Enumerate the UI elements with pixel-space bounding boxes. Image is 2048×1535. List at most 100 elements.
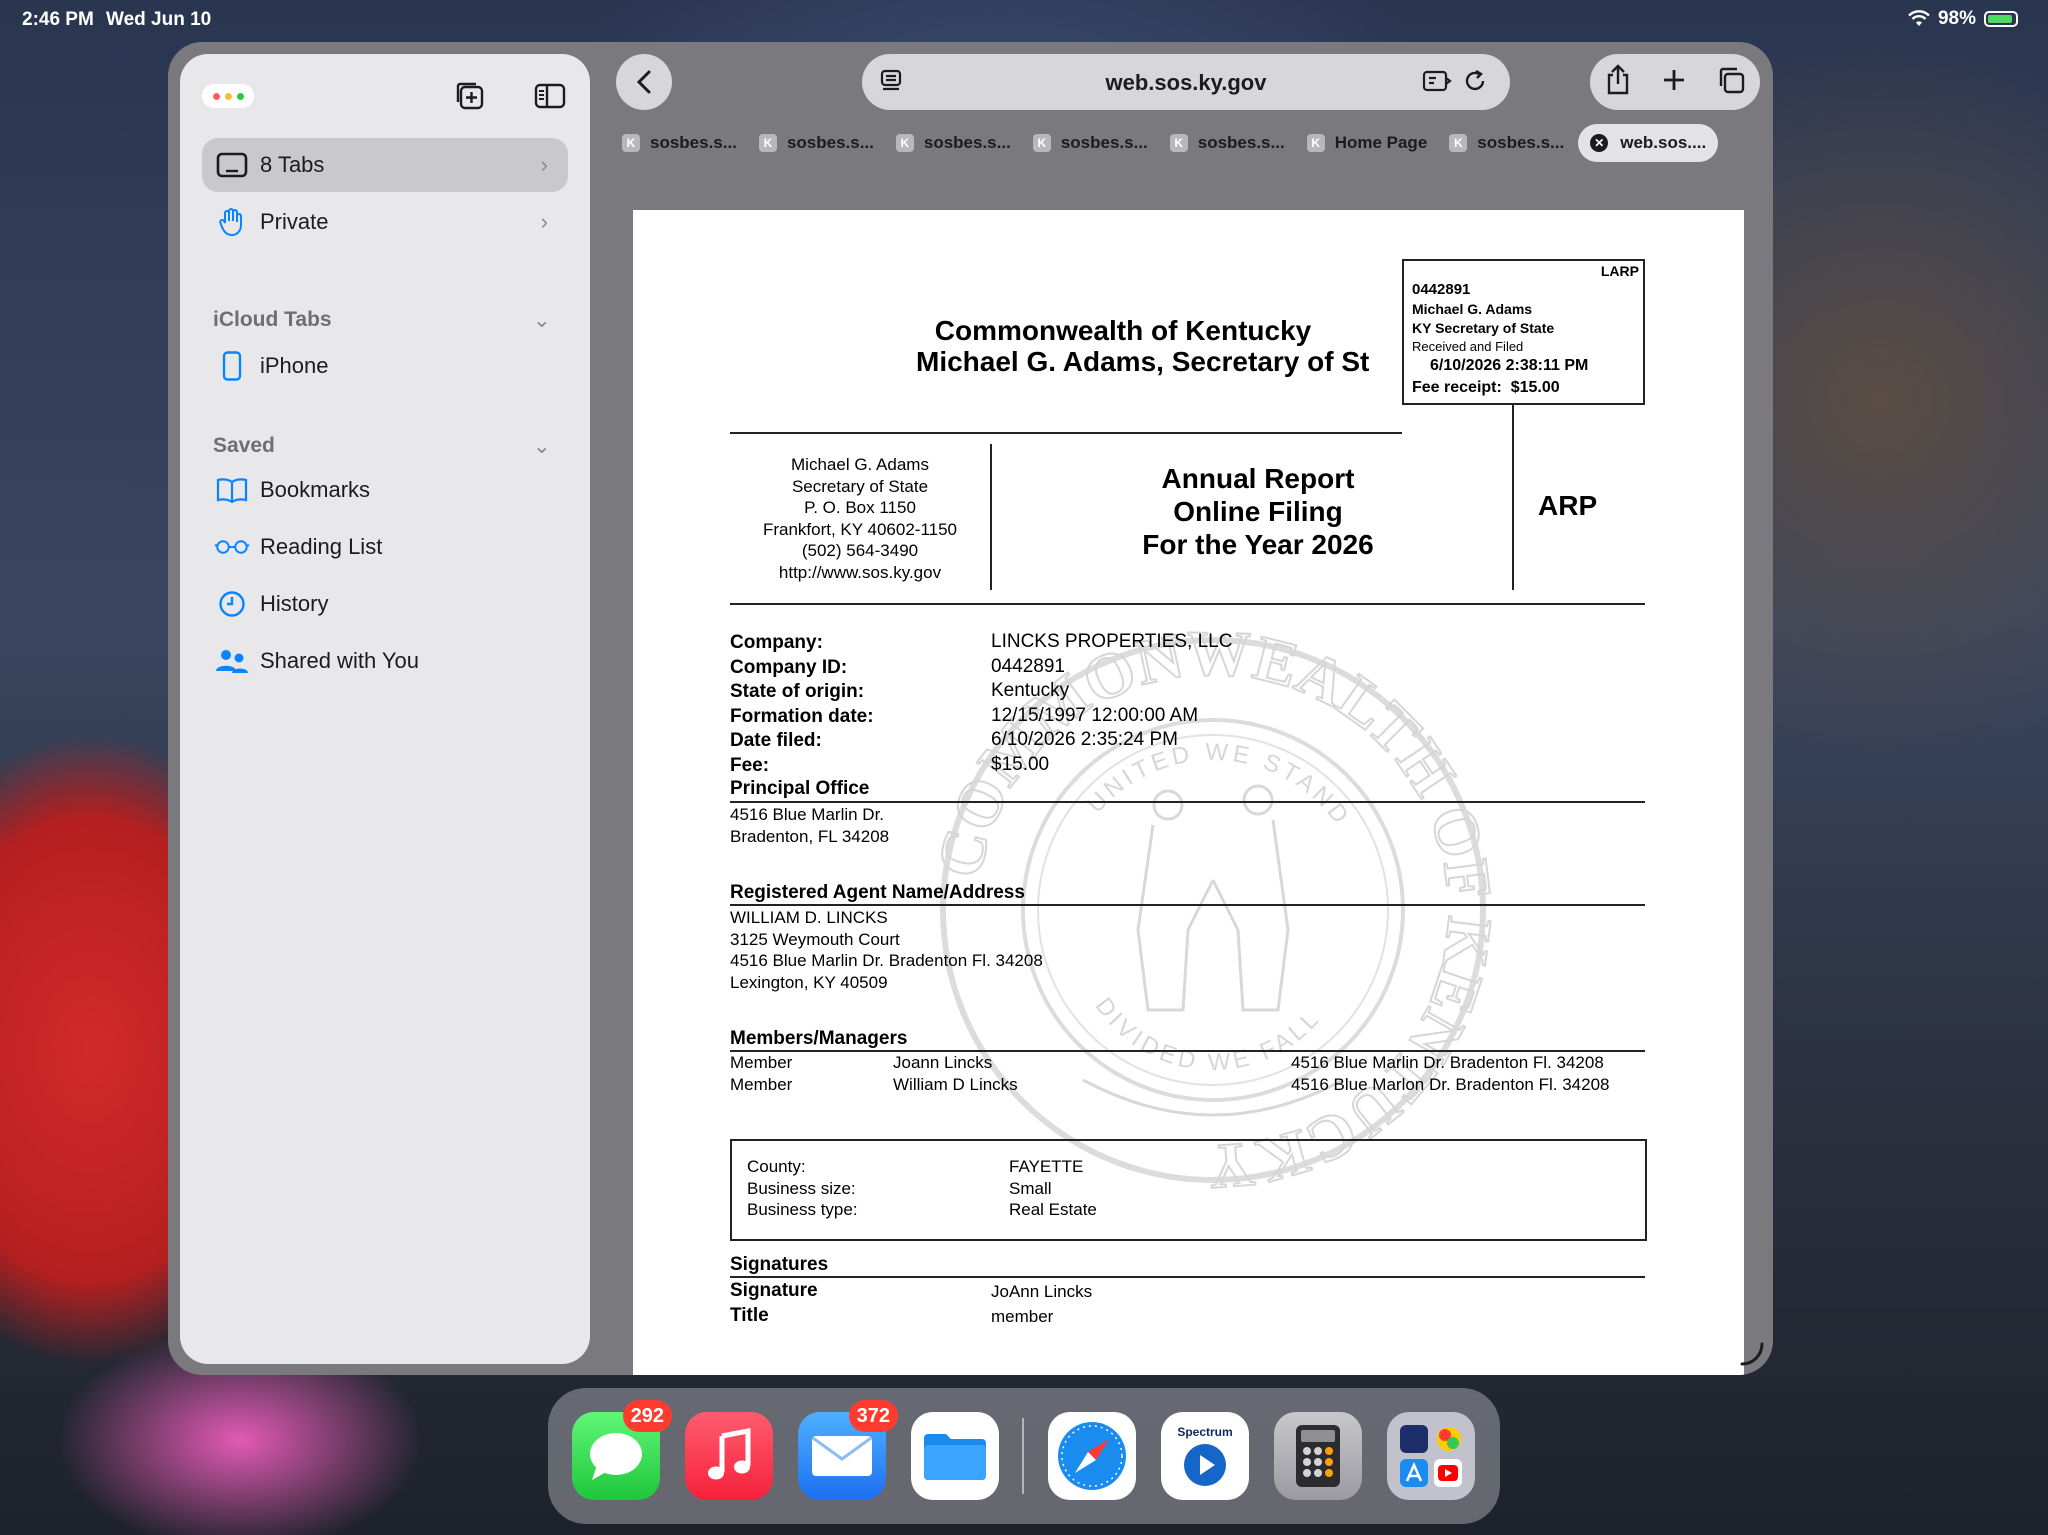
shared-people-icon	[214, 647, 250, 675]
address-line: Lexington, KY 40509	[730, 972, 888, 992]
report-title-line: Annual Report	[1161, 463, 1355, 494]
sidebar-item-shared-with-you[interactable]: Shared with You	[202, 634, 568, 688]
field-label: Company ID:	[730, 656, 848, 678]
stamp-id: 0442891	[1412, 281, 1471, 298]
mail-app[interactable]: 372	[798, 1400, 898, 1500]
toolbar-right-group	[1590, 54, 1760, 110]
business-value: Real Estate	[1009, 1200, 1097, 1220]
divider	[730, 603, 1645, 605]
chevron-left-icon	[636, 70, 651, 94]
chevron-down-icon: ⌄	[533, 309, 551, 332]
address-line: 4516 Blue Marlin Dr.	[730, 805, 885, 824]
safari-app[interactable]	[1048, 1412, 1136, 1500]
status-bar: 2:46 PM Wed Jun 10 98%	[0, 0, 2048, 40]
sidebar-item-iphone[interactable]: iPhone	[202, 339, 568, 393]
tab-active[interactable]: ✕ web.sos....	[1578, 124, 1719, 162]
sidebar-toggle-icon[interactable]	[532, 78, 568, 114]
favicon-icon: K	[1306, 134, 1325, 152]
sidebar-item-history[interactable]: History	[202, 577, 568, 631]
signature-value: JoAnn Lincks	[991, 1282, 1093, 1301]
tabs-icon	[214, 152, 250, 178]
music-app[interactable]	[685, 1412, 773, 1500]
section-label: Saved	[213, 434, 275, 457]
tab[interactable]: K Home Page	[1299, 124, 1436, 162]
close-tab-icon[interactable]: ✕	[1590, 134, 1609, 152]
tab[interactable]: Ksosbes.s...	[1162, 124, 1293, 162]
spectrum-app[interactable]: Spectrum	[1161, 1412, 1249, 1500]
new-tab-icon[interactable]	[1661, 67, 1687, 98]
sidebar-item-private[interactable]: Private ›	[202, 195, 568, 249]
sidebar-item-label: History	[260, 591, 329, 616]
calculator-icon	[1296, 1425, 1340, 1487]
music-note-icon	[708, 1428, 751, 1480]
business-value: FAYETTE	[1009, 1157, 1084, 1176]
tab-label: web.sos....	[1620, 133, 1707, 152]
field-label: Formation date:	[730, 705, 874, 727]
sos-address: Michael G. Adams Secretary of State P. O…	[730, 454, 990, 584]
doc-header-line2: Michael G. Adams, Secretary of St	[916, 346, 1370, 377]
sidebar: 8 Tabs › Private › iCloud Tabs ⌄ iPhone …	[180, 54, 590, 1364]
business-labels: County: Business size: Business type:	[747, 1156, 858, 1221]
chevron-right-icon: ›	[540, 209, 548, 234]
tab[interactable]: Ksosbes.s...	[614, 124, 745, 162]
address-line: (502) 564-3490	[801, 541, 919, 561]
tab[interactable]: Ksosbes.s...	[751, 124, 882, 162]
window-controls[interactable]	[202, 84, 254, 108]
title-value: member	[991, 1307, 1054, 1326]
reload-icon[interactable]	[1462, 68, 1488, 99]
calculator-app[interactable]	[1274, 1412, 1362, 1500]
resize-handle-icon[interactable]	[1738, 1340, 1766, 1368]
field-value: 0442891	[991, 655, 1065, 677]
sidebar-item-bookmarks[interactable]: Bookmarks	[202, 463, 568, 517]
pdf-document[interactable]: COMMONWEALTH OF KENTUCKY UNITED WE STAND…	[633, 210, 1744, 1375]
new-tab-group-icon[interactable]	[452, 78, 488, 114]
address-bar[interactable]: web.sos.ky.gov	[862, 54, 1510, 110]
tab-label: sosbes.s...	[923, 133, 1011, 152]
stamp-datetime: 6/10/2026 2:38:11 PM	[1430, 357, 1589, 374]
tab[interactable]: Ksosbes.s...	[1441, 124, 1572, 162]
address-line: 4516 Blue Marlin Dr. Bradenton Fl. 34208	[730, 951, 1043, 971]
principal-office-address: 4516 Blue Marlin Dr. Bradenton, FL 34208	[730, 804, 889, 847]
status-date: Wed Jun 10	[106, 9, 212, 30]
url-text: web.sos.ky.gov	[1105, 70, 1267, 95]
favicon-icon: K	[1032, 134, 1051, 152]
tab-overview-icon[interactable]	[1716, 65, 1746, 100]
address-link[interactable]: http://www.sos.ky.gov	[730, 562, 990, 584]
field-label: State of origin:	[730, 681, 865, 703]
stamp-code: LARP	[1600, 263, 1639, 279]
member-name: Joann Lincks	[893, 1053, 993, 1072]
messages-app[interactable]: 292	[572, 1400, 672, 1500]
field-label: Date filed:	[730, 730, 822, 752]
field-label: Fee:	[730, 754, 770, 776]
icloud-tabs-header[interactable]: iCloud Tabs ⌄	[213, 308, 551, 332]
battery-icon	[1984, 11, 2018, 27]
battery-percent: 98%	[1937, 8, 1976, 29]
share-icon[interactable]	[1604, 63, 1632, 101]
back-button[interactable]	[616, 54, 672, 110]
favicon-icon: K	[622, 134, 640, 152]
field-value: Kentucky	[991, 680, 1070, 702]
envelope-icon	[812, 1436, 872, 1476]
stamp-received: Received and Filed	[1412, 339, 1524, 354]
dock: 292 372 Spectrum	[548, 1388, 1500, 1524]
tab[interactable]: Ksosbes.s...	[1025, 124, 1156, 162]
divider	[730, 1050, 1645, 1052]
files-app[interactable]	[911, 1412, 999, 1500]
play-icon	[1184, 1444, 1226, 1486]
app-library-folder[interactable]	[1387, 1412, 1475, 1500]
wifi-icon	[1908, 10, 1930, 26]
company-field-values: LINCKS PROPERTIES, LLC 0442891 Kentucky …	[991, 630, 1232, 778]
tab[interactable]: Ksosbes.s...	[888, 124, 1019, 162]
favicon-icon: K	[1449, 134, 1468, 152]
field-label: Company:	[730, 632, 823, 653]
tab-strip: Ksosbes.s... Ksosbes.s... Ksosbes.s... K…	[614, 124, 1764, 162]
sidebar-item-reading-list[interactable]: Reading List	[202, 520, 568, 574]
sidebar-item-label: Shared with You	[260, 648, 420, 673]
sidebar-item-tabs[interactable]: 8 Tabs ›	[202, 138, 568, 192]
tab-label: sosbes.s...	[786, 133, 874, 152]
saved-header[interactable]: Saved ⌄	[213, 434, 551, 458]
member-role: Member	[730, 1075, 793, 1094]
reader-mode-icon[interactable]	[1422, 68, 1452, 99]
tab-label: sosbes.s...	[1197, 133, 1285, 152]
message-bubble-icon	[590, 1433, 642, 1480]
